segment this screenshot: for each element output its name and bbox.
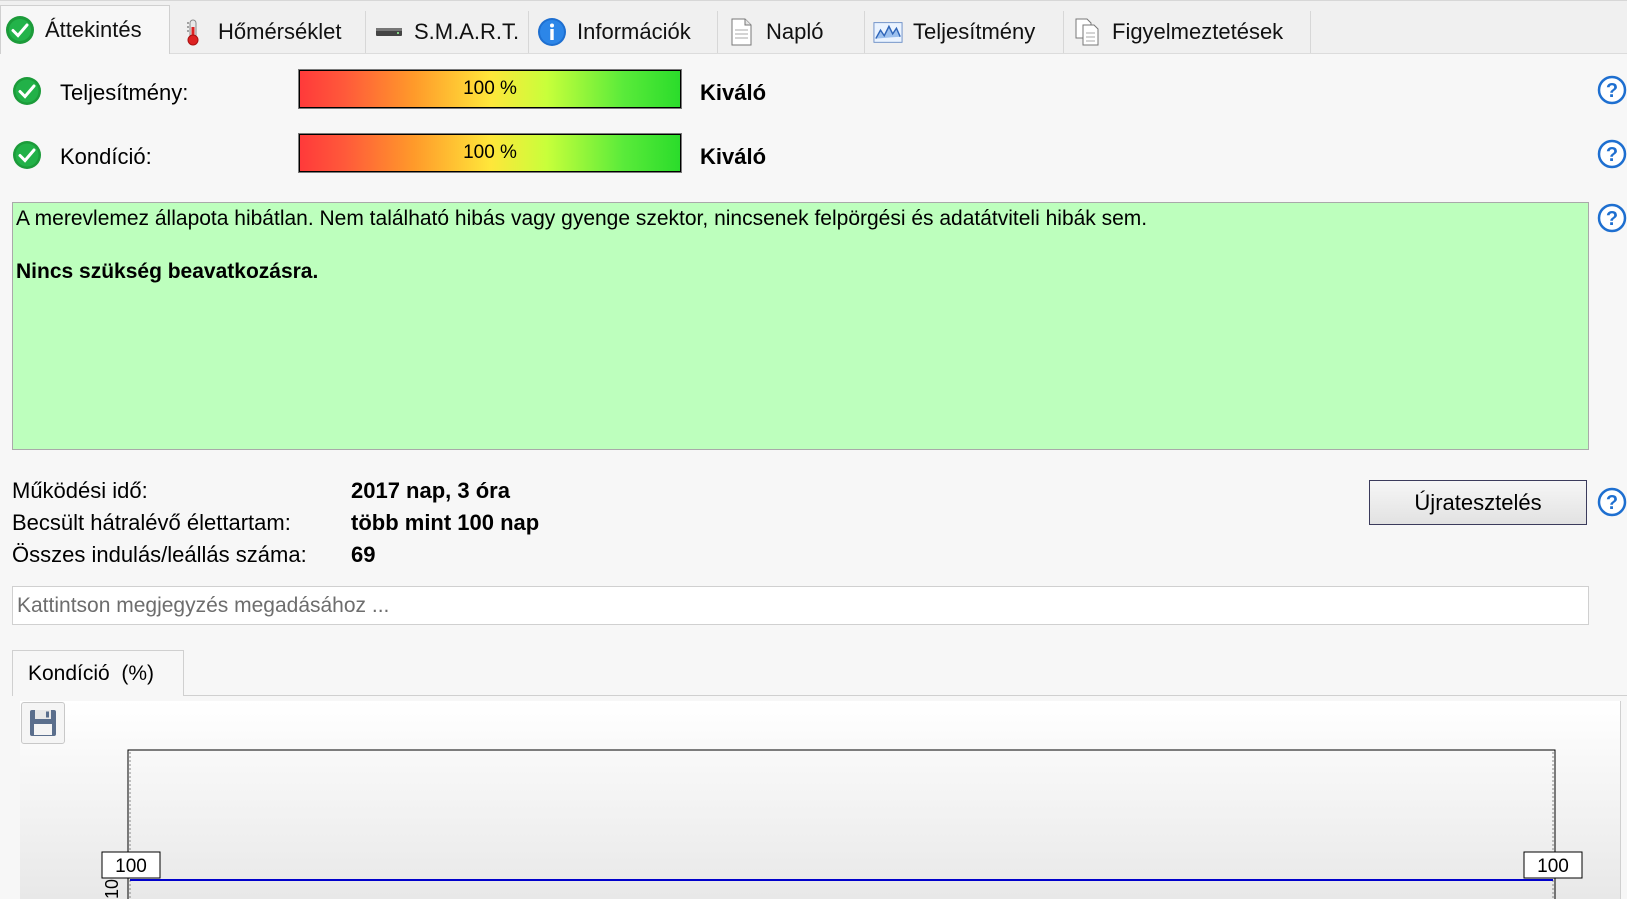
- chart-start-label: 100: [101, 851, 161, 879]
- chart-start-value: 100: [115, 856, 147, 877]
- y-axis-tick-label: 10: [102, 879, 122, 899]
- condition-chart: 100 100 10: [101, 749, 1583, 899]
- chart-end-value: 100: [1537, 856, 1569, 877]
- chart-plot-frame: [127, 749, 1556, 899]
- chart-end-label: 100: [1523, 851, 1583, 879]
